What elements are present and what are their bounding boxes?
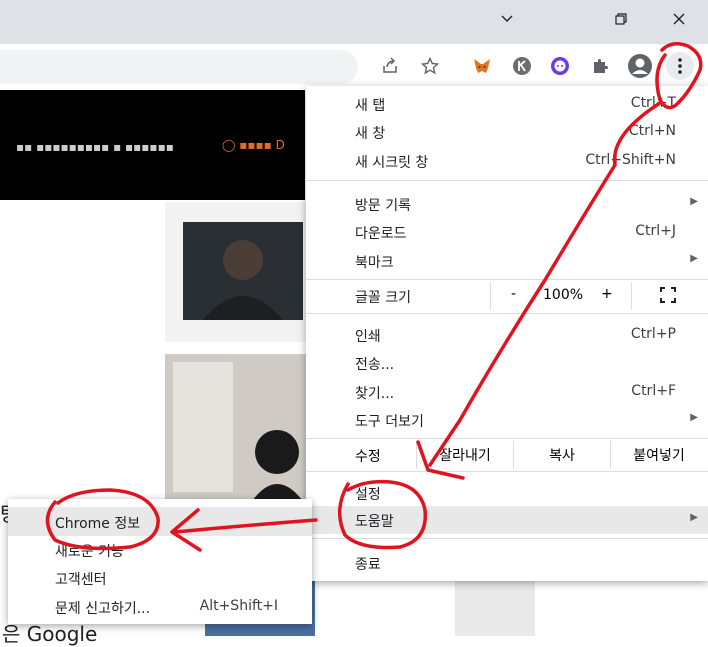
menu-item-shortcut: Ctrl+N: [628, 123, 676, 139]
menu-item-label: 종료: [355, 557, 381, 573]
puzzle-icon[interactable]: [586, 52, 614, 80]
submenu-arrow-icon: ▶: [690, 412, 698, 423]
menu-item-label: 새 창: [355, 126, 386, 142]
menu-item-shortcut: Ctrl+T: [630, 95, 676, 111]
submenu-item-label: 고객센터: [55, 572, 107, 588]
zoom-out-button[interactable]: -: [511, 286, 516, 302]
star-icon[interactable]: [416, 52, 444, 80]
menu-item-help[interactable]: 도움말 ▶: [306, 506, 708, 534]
submenu-item-report-issue[interactable]: 문제 신고하기... Alt+Shift+I: [8, 592, 312, 621]
menu-item-label: 새 탭: [355, 98, 386, 114]
menu-item-exit[interactable]: 종료: [306, 549, 708, 577]
metamask-icon[interactable]: [468, 52, 496, 80]
menu-item-label: 방문 기록: [355, 198, 411, 214]
chevron-down-icon[interactable]: [484, 0, 530, 38]
submenu-item-label: Chrome 정보: [55, 516, 141, 532]
menu-separator: [306, 313, 708, 314]
banner-text: ▪▪ ▪▪▪▪▪▪▪▪▪ ▪ ▪▪▪▪▪▪: [16, 140, 174, 154]
menu-item-cast[interactable]: 전송...: [306, 349, 708, 377]
menu-item-history[interactable]: 방문 기록 ▶: [306, 190, 708, 218]
menu-zoom-row: 글꼴 크기 - 100% +: [306, 282, 708, 310]
submenu-item-shortcut: Alt+Shift+I: [199, 598, 278, 614]
menu-item-incognito[interactable]: 새 시크릿 창 Ctrl+Shift+N: [306, 147, 708, 175]
restore-icon[interactable]: [598, 0, 644, 38]
menu-item-label: 북마크: [355, 255, 394, 271]
klip-icon[interactable]: [508, 52, 536, 80]
photo-glass: [173, 362, 233, 492]
menu-separator: [306, 471, 708, 472]
submenu-arrow-icon: ▶: [690, 512, 698, 523]
menu-item-more-tools[interactable]: 도구 더보기 ▶: [306, 406, 708, 434]
kebab-icon[interactable]: [666, 52, 694, 80]
browser-toolbar: [0, 44, 708, 87]
fullscreen-icon[interactable]: [660, 287, 676, 303]
zoom-value: 100%: [543, 287, 584, 303]
submenu-item-about-chrome[interactable]: Chrome 정보: [8, 507, 312, 536]
menu-item-find[interactable]: 찾기... Ctrl+F: [306, 378, 708, 406]
menu-item-label: 도움말: [355, 514, 394, 530]
banner-image: ▪▪ ▪▪▪▪▪▪▪▪▪ ▪ ▪▪▪▪▪▪ ◯ ▪▪▪▪ D: [0, 90, 305, 200]
menu-item-bookmarks[interactable]: 북마크 ▶: [306, 247, 708, 275]
menu-item-shortcut: Ctrl+P: [630, 326, 676, 342]
copy-button[interactable]: 복사: [513, 441, 610, 469]
menu-edit-row: 수정 잘라내기 복사 붙여넣기: [306, 441, 708, 469]
help-submenu: Chrome 정보 새로운 기능 고객센터 문제 신고하기... Alt+Shi…: [8, 499, 312, 624]
zoom-controls: - 100% +: [490, 282, 632, 310]
submenu-item-label: 새로운 기능: [55, 544, 124, 560]
menu-item-label: 전송...: [355, 357, 395, 373]
video-frame: [183, 222, 303, 320]
menu-item-label: 도구 더보기: [355, 414, 424, 430]
cut-button[interactable]: 잘라내기: [416, 441, 513, 469]
paste-button[interactable]: 붙여넣기: [610, 441, 707, 469]
extension-icon-2[interactable]: [546, 52, 574, 80]
profile-icon[interactable]: [626, 52, 654, 80]
menu-item-shortcut: Ctrl+F: [631, 383, 676, 399]
menu-item-label: 찾기...: [355, 386, 395, 402]
photo-thumbnail[interactable]: [165, 354, 310, 504]
menu-separator: [306, 180, 708, 181]
menu-item-new-tab[interactable]: 새 탭 Ctrl+T: [306, 90, 708, 118]
menu-item-label: 다운로드: [355, 226, 407, 242]
banner-logo: ◯ ▪▪▪▪ D: [222, 138, 285, 152]
menu-item-shortcut: Ctrl+J: [635, 223, 676, 239]
title-bar: [0, 0, 708, 44]
submenu-item-label: 문제 신고하기...: [55, 601, 151, 617]
menu-item-print[interactable]: 인쇄 Ctrl+P: [306, 321, 708, 349]
submenu-item-help-center[interactable]: 고객센터: [8, 563, 312, 592]
gray-block: [455, 581, 535, 636]
menu-separator: [306, 279, 708, 280]
menu-separator: [306, 538, 708, 539]
menu-item-shortcut: Ctrl+Shift+N: [585, 152, 676, 168]
close-icon[interactable]: [656, 0, 702, 38]
menu-item-downloads[interactable]: 다운로드 Ctrl+J: [306, 218, 708, 246]
zoom-in-button[interactable]: +: [601, 286, 613, 302]
menu-item-settings[interactable]: 설정: [306, 479, 708, 507]
submenu-item-whats-new[interactable]: 새로운 기능: [8, 535, 312, 564]
submenu-arrow-icon: ▶: [690, 253, 698, 264]
share-icon[interactable]: [376, 52, 404, 80]
zoom-label: 글꼴 크기: [355, 290, 411, 306]
address-bar[interactable]: [0, 50, 358, 84]
submenu-arrow-icon: ▶: [690, 196, 698, 207]
menu-separator: [306, 438, 708, 439]
edit-label: 수정: [355, 449, 381, 465]
chrome-main-menu: 새 탭 Ctrl+T 새 창 Ctrl+N 새 시크릿 창 Ctrl+Shift…: [306, 86, 708, 581]
menu-item-label: 설정: [355, 487, 381, 503]
video-thumbnail[interactable]: [165, 202, 310, 342]
menu-item-label: 인쇄: [355, 329, 381, 345]
menu-item-label: 새 시크릿 창: [355, 155, 429, 171]
menu-item-new-window[interactable]: 새 창 Ctrl+N: [306, 118, 708, 146]
